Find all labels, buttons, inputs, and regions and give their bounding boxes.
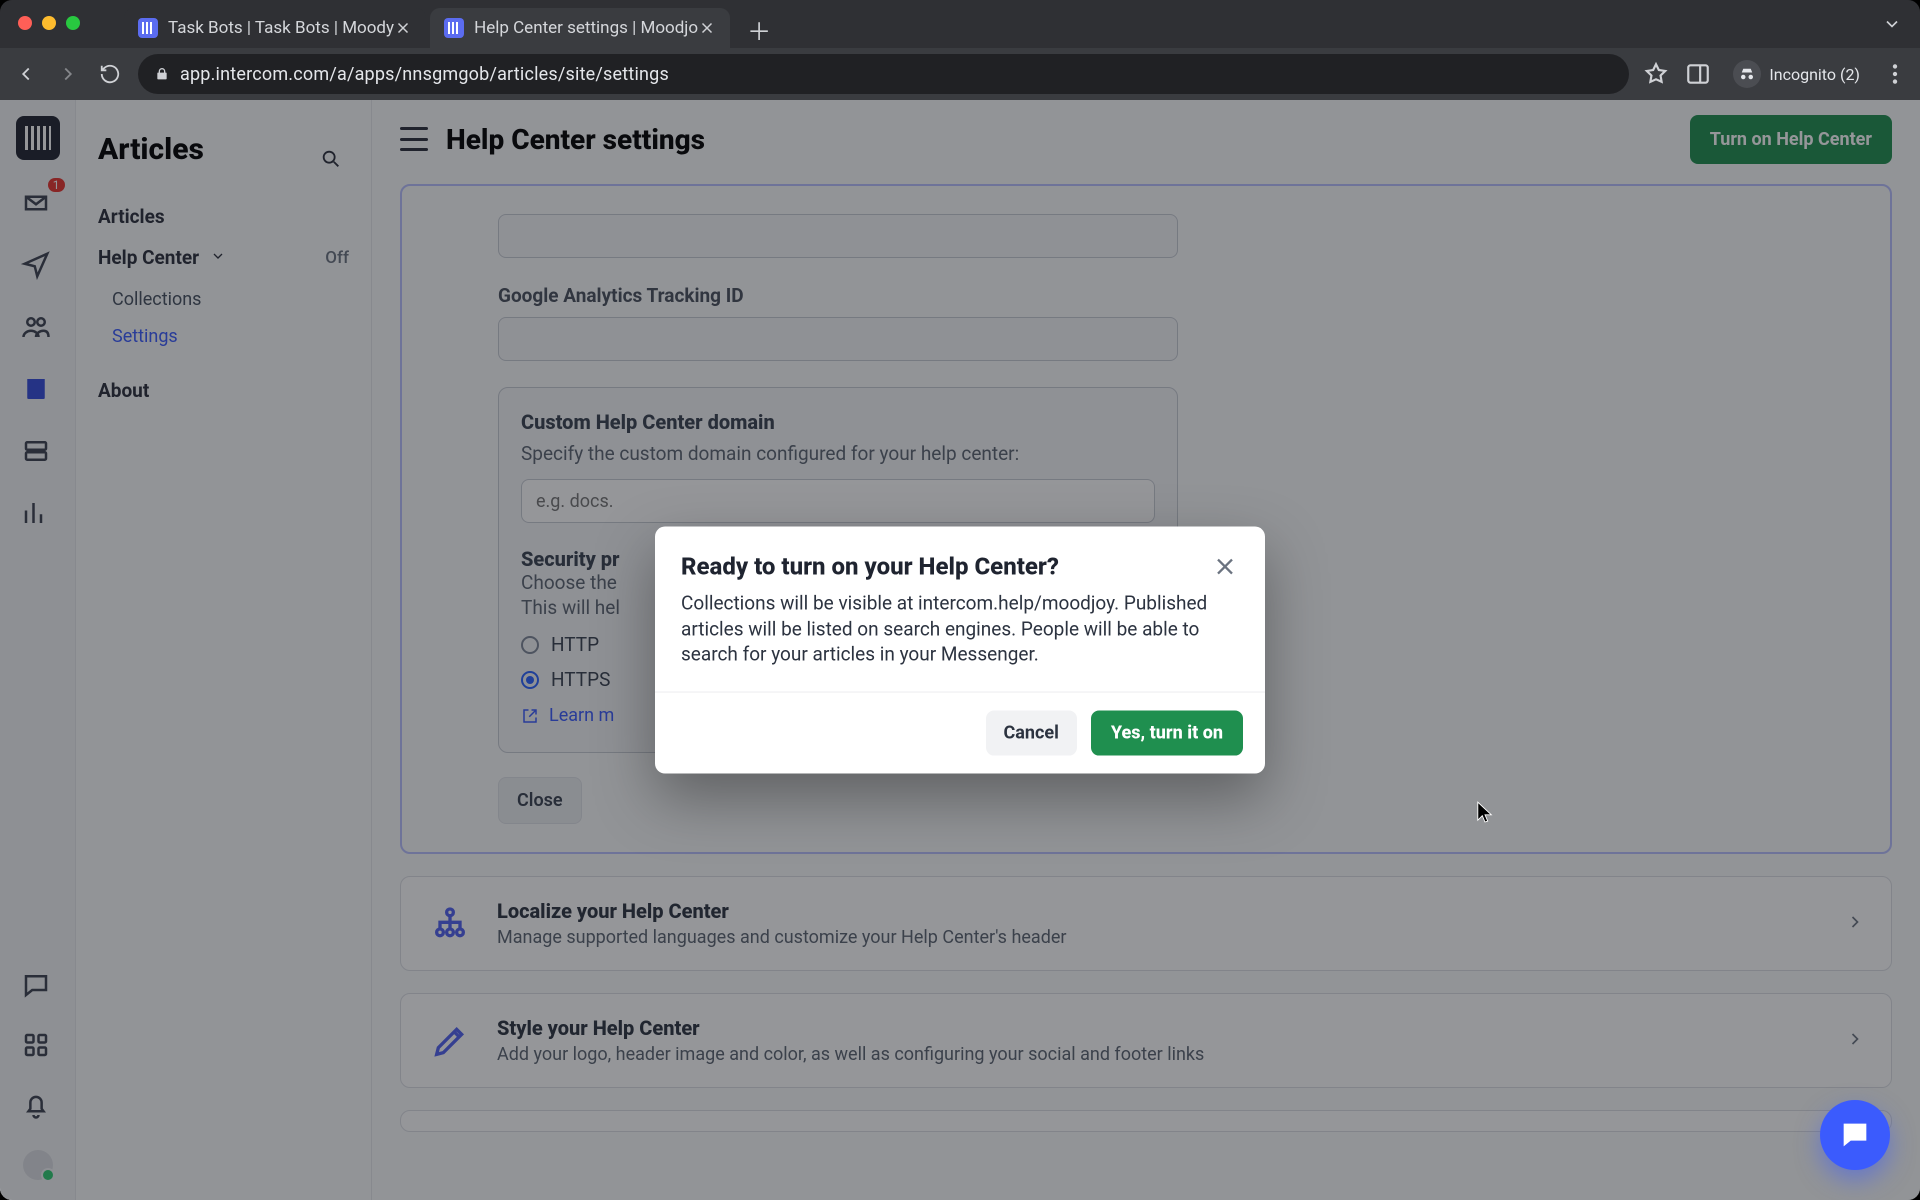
tab-title: Help Center settings | Moodjo (474, 18, 698, 38)
messenger-launcher[interactable] (1820, 1100, 1890, 1170)
browser-tab-active[interactable]: Help Center settings | Moodjo (430, 8, 730, 48)
modal-title: Ready to turn on your Help Center? (681, 553, 1059, 581)
kebab-icon[interactable] (1882, 61, 1908, 87)
window-minimize-icon[interactable] (42, 16, 56, 30)
profile-chip[interactable]: Incognito (2) (1727, 56, 1866, 92)
browser-addressbar: app.intercom.com/a/apps/nnsgmgob/article… (0, 48, 1920, 100)
profile-label: Incognito (2) (1769, 65, 1860, 84)
incognito-icon (1733, 60, 1761, 88)
tab-title: Task Bots | Task Bots | Moody (168, 18, 394, 38)
chevron-down-icon[interactable] (1882, 14, 1902, 38)
browser-tabbar: Task Bots | Task Bots | Moody Help Cente… (0, 0, 1920, 48)
close-icon[interactable] (698, 19, 716, 37)
favicon-icon (444, 18, 464, 38)
window-traffic-lights (18, 16, 80, 30)
modal-body: Collections will be visible at intercom.… (655, 591, 1265, 692)
new-tab-button[interactable]: ＋ (742, 12, 776, 46)
star-icon[interactable] (1643, 61, 1669, 87)
browser-tab[interactable]: Task Bots | Task Bots | Moody (124, 8, 426, 48)
app-root: 1 Articles Articles (0, 100, 1920, 1200)
window-zoom-icon[interactable] (66, 16, 80, 30)
favicon-icon (138, 18, 158, 38)
window-close-icon[interactable] (18, 16, 32, 30)
cancel-button[interactable]: Cancel (986, 710, 1077, 755)
confirm-modal: Ready to turn on your Help Center? Colle… (655, 527, 1265, 774)
confirm-button[interactable]: Yes, turn it on (1091, 710, 1243, 755)
lock-icon (154, 66, 170, 82)
address-input[interactable]: app.intercom.com/a/apps/nnsgmgob/article… (138, 54, 1629, 94)
panel-icon[interactable] (1685, 61, 1711, 87)
forward-button[interactable] (54, 60, 82, 88)
close-icon[interactable] (1211, 553, 1239, 581)
reload-button[interactable] (96, 60, 124, 88)
back-button[interactable] (12, 60, 40, 88)
url-text: app.intercom.com/a/apps/nnsgmgob/article… (180, 64, 669, 85)
close-icon[interactable] (394, 19, 412, 37)
